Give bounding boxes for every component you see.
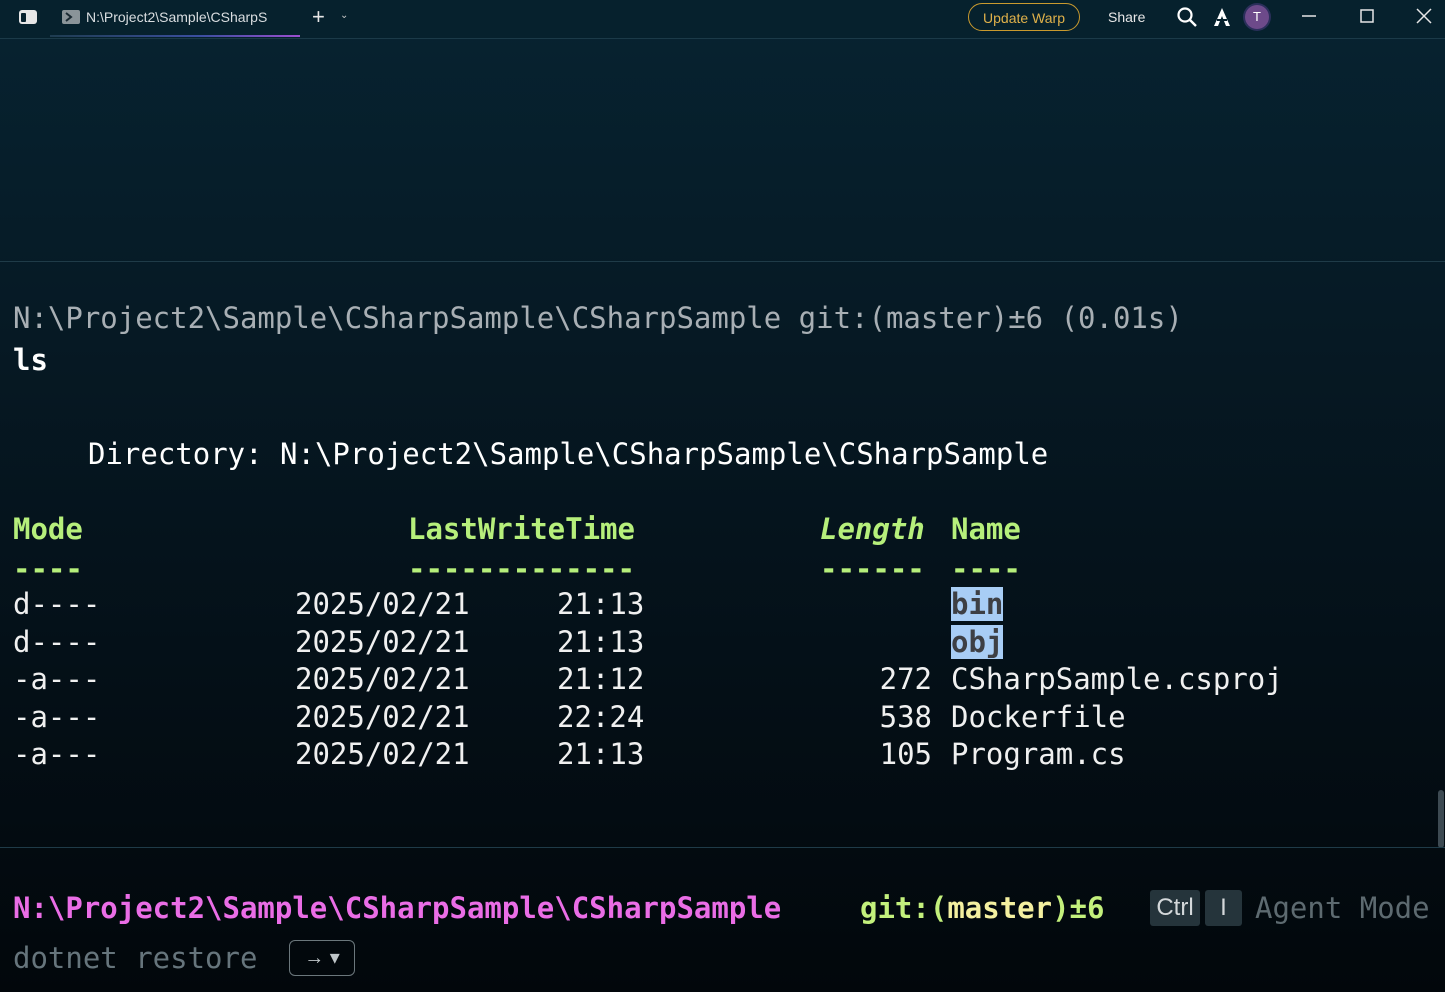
column-header-lastwritetime: LastWriteTime xyxy=(408,512,635,546)
cell-mode: -a--- xyxy=(13,737,101,771)
cell-time: 21:12 xyxy=(557,662,645,696)
git-branch: master xyxy=(947,891,1053,925)
cell-name[interactable]: Dockerfile xyxy=(951,700,1126,734)
title-bar: N:\Project2\Sample\CSharpS + ⌄ Update Wa… xyxy=(0,0,1445,39)
block-command[interactable]: ls xyxy=(13,343,48,377)
cell-mode: -a--- xyxy=(13,700,101,734)
active-tab-indicator xyxy=(50,35,300,37)
cell-date: 2025/02/21 xyxy=(295,662,470,696)
cell-date: 2025/02/21 xyxy=(295,737,470,771)
column-header-name: Name xyxy=(951,512,1021,546)
cell-time: 22:24 xyxy=(557,700,645,734)
cell-time: 21:13 xyxy=(557,625,645,659)
cell-name[interactable]: CSharpSample.csproj xyxy=(951,662,1283,696)
sidebar-toggle-icon[interactable] xyxy=(18,8,38,26)
separator-name: ---- xyxy=(951,552,1021,586)
block-divider xyxy=(0,261,1445,262)
close-icon[interactable] xyxy=(1414,4,1434,28)
new-tab-menu-button[interactable]: ⌄ xyxy=(340,10,348,21)
accept-suggestion-button[interactable]: → ▾ xyxy=(289,940,355,976)
separator-mode: ---- xyxy=(13,552,83,586)
agent-mode-hint[interactable]: Agent Mode xyxy=(1255,891,1440,925)
scrollbar-thumb[interactable] xyxy=(1438,790,1444,848)
new-tab-button[interactable]: + xyxy=(312,6,325,28)
input-divider xyxy=(0,847,1445,848)
input-prompt-path: N:\Project2\Sample\CSharpSample\CSharpSa… xyxy=(13,891,782,925)
cell-mode: -a--- xyxy=(13,662,101,696)
cell-name-selected[interactable]: obj xyxy=(951,625,1004,659)
tab-title: N:\Project2\Sample\CSharpS xyxy=(86,9,268,25)
cell-length: 538 xyxy=(879,700,932,734)
search-icon[interactable] xyxy=(1176,6,1198,28)
separator-length: ------ xyxy=(820,552,925,586)
minimize-icon[interactable] xyxy=(1300,4,1318,28)
cell-date: 2025/02/21 xyxy=(295,587,470,621)
cell-mode: d---- xyxy=(13,625,101,659)
cell-date: 2025/02/21 xyxy=(295,625,470,659)
terminal-icon xyxy=(62,10,80,24)
warp-logo-icon[interactable] xyxy=(1212,6,1232,28)
update-warp-button[interactable]: Update Warp xyxy=(968,3,1080,31)
git-suffix: )±6 xyxy=(1052,891,1105,925)
cell-length: 272 xyxy=(879,662,932,696)
cell-name-selected[interactable]: bin xyxy=(951,587,1004,621)
tab-terminal[interactable]: N:\Project2\Sample\CSharpS xyxy=(50,0,300,36)
cell-name[interactable]: Program.cs xyxy=(951,737,1126,771)
share-button[interactable]: Share xyxy=(1108,9,1145,25)
directory-line: Directory: N:\Project2\Sample\CSharpSamp… xyxy=(88,437,1049,471)
command-input[interactable]: dotnet restore xyxy=(13,941,257,975)
column-header-length: Length xyxy=(820,512,925,546)
kbd-i: I xyxy=(1205,890,1242,926)
git-status: git:(master)±6 xyxy=(860,891,1104,925)
cell-time: 21:13 xyxy=(557,587,645,621)
cell-date: 2025/02/21 xyxy=(295,700,470,734)
cell-mode: d---- xyxy=(13,587,101,621)
kbd-ctrl: Ctrl xyxy=(1150,890,1200,926)
git-prefix: git:( xyxy=(860,891,948,925)
cell-time: 21:13 xyxy=(557,737,645,771)
separator-lastwritetime: ------------- xyxy=(408,552,635,586)
block-prompt: N:\Project2\Sample\CSharpSample\CSharpSa… xyxy=(13,301,1183,335)
avatar[interactable]: T xyxy=(1245,5,1269,29)
column-header-mode: Mode xyxy=(13,512,83,546)
maximize-icon[interactable] xyxy=(1358,4,1376,28)
cell-length: 105 xyxy=(879,737,932,771)
